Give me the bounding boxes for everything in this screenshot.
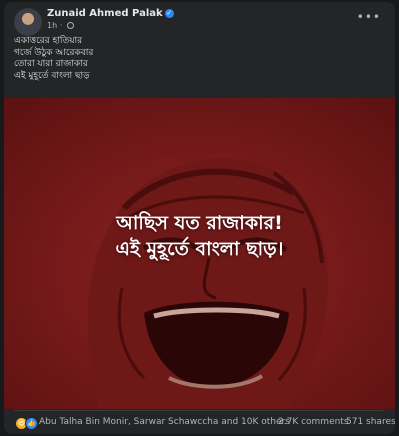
caption-line: একাত্তরের হাতিয়ার <box>14 36 83 46</box>
caption-line: তোরা যারা রাজাকার <box>14 59 88 69</box>
post-footer: 😆 👍 Abu Talha Bin Monir, Sarwar Schawcch… <box>4 412 395 434</box>
post-meta: 1h · <box>47 21 74 30</box>
author-name[interactable]: Zunaid Ahmed Palak <box>47 8 163 19</box>
divider <box>14 410 385 411</box>
avatar[interactable] <box>14 8 42 36</box>
caption-line: এই মুহূর্তে বাংলা ছাড় <box>14 70 90 81</box>
post-header: Zunaid Ahmed Palak ✓ 1h · ••• <box>4 2 395 36</box>
author-name-link[interactable]: Zunaid Ahmed Palak ✓ <box>47 8 174 19</box>
like-icon[interactable]: 👍 <box>25 417 38 430</box>
dot-separator: · <box>59 21 63 30</box>
verified-badge-icon: ✓ <box>164 9 174 18</box>
overlay-line: আছিস যত রাজাকার! <box>116 212 283 234</box>
post-card: Zunaid Ahmed Palak ✓ 1h · ••• একাত্তরের হ… <box>4 2 395 434</box>
post-caption: একাত্তরের হাতিয়ার গর্জে উঠুক আরেকবার তো… <box>14 36 384 82</box>
globe-icon <box>66 22 74 29</box>
more-horizontal-icon[interactable]: ••• <box>357 10 381 24</box>
shares-count[interactable]: 571 shares <box>346 417 395 427</box>
reactors-list[interactable]: Abu Talha Bin Monir, Sarwar Schawccha an… <box>39 417 290 427</box>
post-image[interactable]: আছিস যত রাজাকার! এই মুহূর্তে বাংলা ছাড়। <box>4 98 395 409</box>
caption-line: গর্জে উঠুক আরেকবার <box>14 47 94 58</box>
comments-count[interactable]: 2.7K comments <box>278 417 349 427</box>
post-time[interactable]: 1h <box>47 21 57 30</box>
overlay-line: এই মুহূর্তে বাংলা ছাড়। <box>115 238 284 260</box>
image-overlay-text: আছিস যত রাজাকার! এই মুহূর্তে বাংলা ছাড়। <box>4 210 395 262</box>
